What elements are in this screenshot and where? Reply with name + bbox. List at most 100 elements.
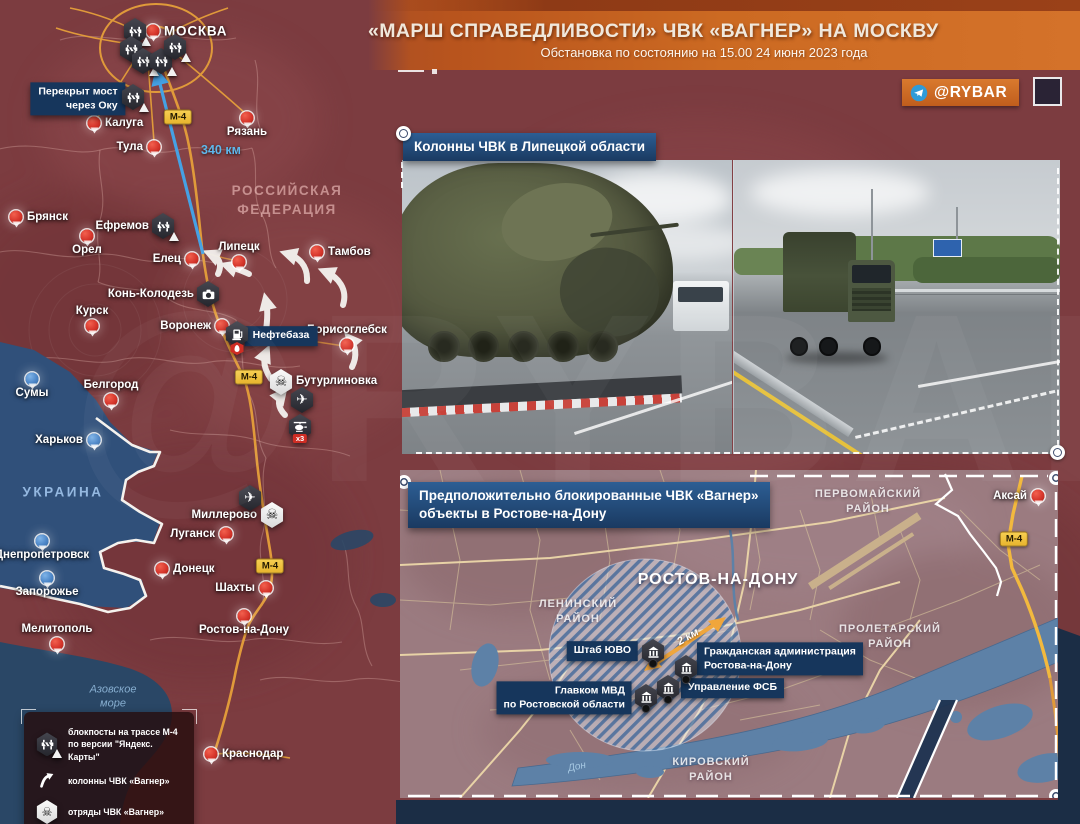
distance-label-340km: 340 км [201, 143, 241, 157]
city-label: Белгород [84, 379, 139, 391]
city-label: Тула [116, 141, 143, 153]
city-label: Брянск [27, 211, 68, 223]
city-pin [1032, 490, 1045, 503]
city-pin [220, 528, 233, 541]
panel-corner-dot [1050, 445, 1065, 460]
airfield-icon: ✈ [238, 485, 262, 511]
blocked-object-label: Главком МВД по Ростовской области [497, 681, 632, 714]
photos-panel: Колонны ЧВК в Липецкой области [402, 128, 1060, 456]
photo-art-shape [428, 331, 459, 362]
warning-badge [167, 67, 177, 76]
photo-art-shape [848, 260, 895, 322]
infographic-subtitle: Обстановка по состоянию на 15.00 24 июня… [368, 45, 1080, 60]
rostov-city-title: РОСТОВ-НА-ДОНУ [638, 571, 799, 589]
city-label: Краснодар [222, 748, 283, 760]
rostov-caption: Предположительно блокированные ЧВК «Вагн… [408, 482, 770, 528]
city-pin [10, 211, 23, 224]
title-banner: «МАРШ СПРАВЕДЛИВОСТИ» ЧВК «ВАГНЕР» НА МО… [368, 0, 1080, 70]
city-pin [105, 394, 118, 407]
photos-caption: Колонны ЧВК в Липецкой области [403, 133, 656, 161]
photo-art-shape [913, 257, 1060, 283]
rostov-map-panel: Предположительно блокированные ЧВК «Вагн… [400, 470, 1058, 798]
city-pin [148, 141, 161, 154]
government-building-icon [656, 675, 680, 701]
photo-art-shape [547, 331, 578, 362]
legend-item: ☠отряды ЧВК «Вагнер» [34, 800, 184, 824]
decor-square [1033, 77, 1062, 106]
wagner-mini-badge [664, 695, 673, 704]
city-label: Луганск [170, 528, 215, 540]
wagner-unit-icon: ☠ [260, 502, 284, 528]
photo-art-shape [933, 239, 962, 257]
photo-art-shape [855, 390, 1056, 439]
camera-icon [196, 281, 220, 307]
warning-badge [139, 103, 149, 112]
infographic-title: «МАРШ СПРАВЕДЛИВОСТИ» ЧВК «ВАГНЕР» НА МО… [368, 20, 1080, 43]
x3-badge: х3 [293, 434, 307, 443]
city-label: Мелитополь [22, 623, 93, 635]
blocked-object-label: Гражданская администрация Ростова-на-Дон… [697, 642, 863, 675]
city-pin [311, 246, 324, 259]
city-pin [241, 112, 254, 125]
city-label: Елец [153, 253, 181, 265]
city-label: Аксай [993, 490, 1027, 502]
airfield-icon: ✈ [290, 387, 314, 413]
city-pin [147, 25, 160, 38]
infographic-root: @RYBAR «МАРШ СПРАВЕДЛИВОСТИ» ЧВК «ВАГНЕР… [0, 0, 1080, 824]
place-label: Ефремов [96, 220, 149, 232]
district-label: КИРОВСКИЙ РАЙОН [672, 755, 749, 785]
city-label: Сумы [16, 387, 49, 399]
checkpoint-icon [36, 732, 58, 756]
city-label: Воронеж [160, 320, 211, 332]
city-label: Курск [76, 305, 108, 317]
city-pin [41, 572, 54, 585]
panel-corner-dot [396, 126, 411, 141]
city-label: Донецк [173, 563, 215, 575]
helicopter-icon: х3 [288, 414, 312, 440]
city-pin [36, 535, 49, 548]
photo-art-shape [468, 331, 499, 362]
city-pin [88, 434, 101, 447]
district-label: ПЕРВОМАЙСКИЙ РАЙОН [815, 487, 921, 517]
road-sign-m4: М-4 [164, 110, 192, 125]
legend-label: колонны ЧВК «Вагнер» [68, 775, 170, 787]
photo-art-shape [884, 289, 1060, 292]
panel-border [401, 162, 403, 188]
district-label: ЛЕНИНСКИЙ РАЙОН [539, 597, 617, 627]
rybar-channel-label: @RYBAR [934, 84, 1007, 102]
column-arrow-icon [37, 769, 57, 794]
road-sign-m4: М-4 [1000, 532, 1028, 547]
warning-badge [181, 53, 191, 62]
rybar-badge[interactable]: @RYBAR [902, 79, 1019, 106]
city-pin [88, 117, 101, 130]
photo-art-shape [852, 288, 891, 312]
city-pin [156, 563, 169, 576]
photo-art-shape [790, 337, 808, 355]
callout-label: Перекрыт мост через Оку [30, 82, 125, 115]
city-label: Днепропетровск [0, 549, 89, 561]
legend-icon [34, 732, 60, 756]
warning-badge [169, 232, 179, 241]
city-label: Рязань [227, 126, 267, 138]
country-label: РОССИЙСКАЯ ФЕДЕРАЦИЯ [232, 182, 343, 220]
road-sign-m4: М-4 [235, 370, 263, 385]
road-sign-m4: М-4 [256, 559, 284, 574]
photo-art-shape [587, 331, 618, 362]
city-label: Запорожье [15, 586, 78, 598]
city-label: Шахты [215, 582, 255, 594]
city-label: Ростов-на-Дону [199, 624, 289, 636]
photo-art-shape [750, 169, 929, 216]
map-legend: блокпосты на трассе М-4 по версии "Яндек… [24, 712, 194, 824]
city-pin [86, 320, 99, 333]
wagner-mini-badge [642, 704, 651, 713]
photo-art-shape [508, 331, 539, 362]
legend-item: блокпосты на трассе М-4 по версии "Яндек… [34, 726, 184, 763]
city-pin [341, 339, 354, 352]
telegram-icon [910, 84, 928, 102]
blocked-object-label: Штаб ЮВО [567, 641, 638, 661]
legend-item: колонны ЧВК «Вагнер» [34, 769, 184, 794]
country-label: УКРАИНА [23, 485, 104, 500]
wagner-mini-badge [649, 659, 658, 668]
checkpoint-icon [163, 34, 187, 60]
panel-border [1057, 168, 1059, 446]
